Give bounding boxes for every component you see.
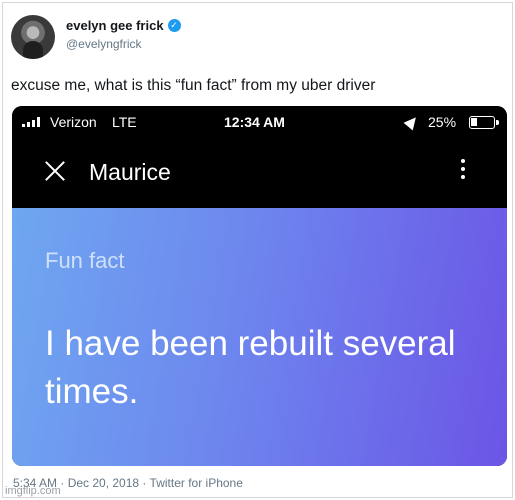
fun-fact-text: I have been rebuilt several times. [45,324,456,411]
author-name-row: evelyn gee frick ✓ [66,18,181,33]
close-icon[interactable] [44,160,66,182]
phone-status-bar: Verizon LTE 12:34 AM 25% [12,106,507,139]
chat-app-bar: Maurice [12,139,507,208]
more-options-icon[interactable] [461,159,465,179]
network-type: LTE [112,114,137,130]
tweet-card: evelyn gee frick ✓ @evelyngfrick excuse … [2,2,513,498]
status-time: 12:34 AM [224,114,285,130]
verified-badge-icon: ✓ [167,19,181,32]
imgflip-watermark: imgflip.com [5,485,61,497]
tweet-text: excuse me, what is this “fun fact” from … [11,77,376,94]
signal-strength-icon [22,117,40,127]
author-display-name[interactable]: evelyn gee frick [66,18,164,33]
fun-fact-label: Fun fact [45,248,125,273]
location-arrow-icon [403,113,421,131]
avatar[interactable] [11,15,55,59]
tweet-media-image[interactable]: Verizon LTE 12:34 AM 25% Maurice Fun fac… [12,106,507,466]
carrier-name: Verizon [50,114,97,130]
battery-percentage: 25% [428,114,457,130]
fun-fact-card: Fun fact I have been rebuilt several tim… [12,208,507,466]
contact-name: Maurice [89,159,171,185]
author-handle[interactable]: @evelyngfrick [66,37,142,51]
battery-icon [469,116,499,129]
